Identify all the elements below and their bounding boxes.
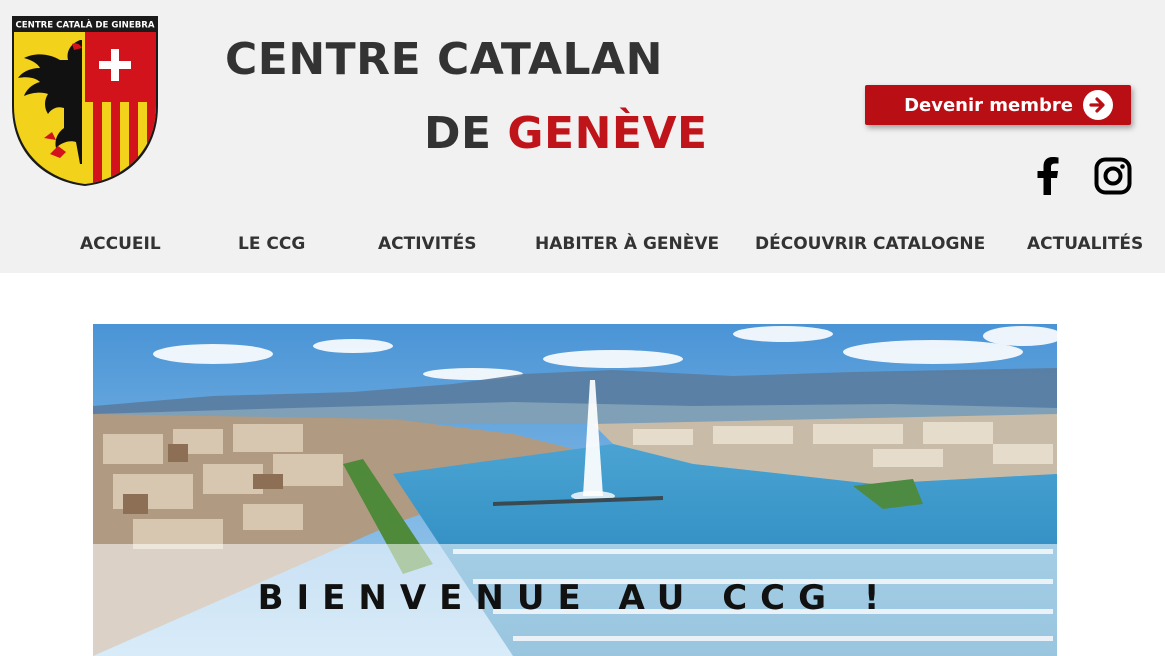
nav-item-le-ccg[interactable]: LE CCG — [238, 234, 305, 254]
hero-title: BIENVENUE AU CCG ! — [257, 578, 893, 618]
site-logo[interactable]: CENTRE CATALÀ DE GINEBRA — [10, 14, 160, 186]
nav-item-actualites[interactable]: ACTUALITÉS — [1027, 234, 1143, 254]
arrow-right-circle-icon — [1083, 90, 1113, 120]
title-accent: GENÈVE — [507, 108, 708, 159]
site-title-line2: DE GENÈVE — [424, 108, 708, 159]
become-member-label: Devenir membre — [904, 94, 1073, 116]
site-title-line1: CENTRE CATALAN — [225, 34, 663, 85]
logo-text: CENTRE CATALÀ DE GINEBRA — [15, 19, 154, 31]
facebook-icon[interactable] — [1027, 156, 1067, 196]
main-nav: ACCUEIL LE CCG ACTIVITÉS HABITER À GENÈV… — [0, 234, 1165, 258]
instagram-icon[interactable] — [1093, 156, 1133, 196]
nav-item-accueil[interactable]: ACCUEIL — [80, 234, 161, 254]
nav-item-decouvrir-catalogne[interactable]: DÉCOUVRIR CATALOGNE — [755, 234, 985, 254]
become-member-button[interactable]: Devenir membre — [865, 85, 1131, 125]
nav-item-activites[interactable]: ACTIVITÉS — [378, 234, 477, 254]
hero-banner: BIENVENUE AU CCG ! — [93, 324, 1057, 656]
title-prefix: DE — [424, 108, 492, 159]
nav-item-habiter-a-geneve[interactable]: HABITER À GENÈVE — [535, 234, 719, 254]
site-header: CENTRE CATALÀ DE GINEBRA CENTRE CATALAN … — [0, 0, 1165, 273]
